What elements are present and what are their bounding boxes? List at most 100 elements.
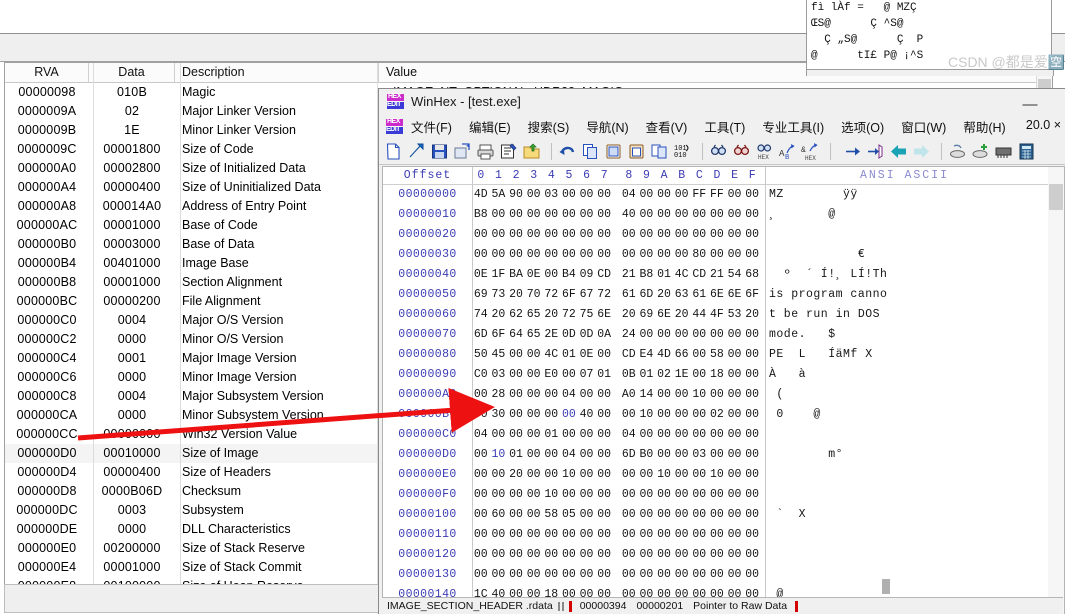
hex-byte[interactable]: 00 — [525, 525, 543, 545]
hex-byte[interactable]: 00 — [708, 225, 726, 245]
hex-byte[interactable]: 00 — [595, 445, 613, 465]
hex-byte[interactable]: 00 — [673, 525, 691, 545]
column-header-data[interactable]: Data — [89, 63, 175, 82]
minimize-button[interactable]: — — [1020, 91, 1040, 113]
hex-byte[interactable]: 4D — [655, 345, 673, 365]
hex-ascii[interactable] — [761, 485, 1064, 505]
hex-byte[interactable]: 53 — [726, 305, 744, 325]
hex-byte[interactable]: 00 — [525, 365, 543, 385]
hex-byte[interactable]: 00 — [543, 565, 561, 585]
hex-byte[interactable]: 00 — [655, 325, 673, 345]
hex-byte[interactable]: 00 — [743, 565, 761, 585]
hex-byte[interactable]: 63 — [673, 285, 691, 305]
hex-byte[interactable]: 00 — [525, 485, 543, 505]
hex-bytes[interactable]: 04 00 00 00 01 00 00 00 04 00 00 00 00 00 00 00 — [472, 425, 761, 445]
hex-byte[interactable]: 00 — [708, 485, 726, 505]
hex-byte[interactable]: 00 — [507, 405, 525, 425]
hex-byte[interactable]: 00 — [595, 525, 613, 545]
hex-byte[interactable]: 00 — [743, 405, 761, 425]
hex-byte[interactable]: 00 — [525, 405, 543, 425]
hex-byte[interactable]: 70 — [525, 285, 543, 305]
hex-row[interactable]: 00000050 69 73 20 70 72 6F 67 72 61 6D 20 63 61 6E 6E 6F… — [383, 285, 1064, 305]
hex-bytes[interactable]: B8 00 00 00 00 00 00 00 40 00 00 00 00 00 00 00 — [472, 205, 761, 225]
hex-row[interactable]: 00000100 00 60 00 00 58 05 00 00 00 00 00 00 00 00 00 00… — [383, 505, 1064, 525]
hex-byte[interactable]: 00 — [691, 505, 709, 525]
hex-row[interactable]: 00000060 74 20 62 65 20 72 75 6E 20 69 6E 20 44 4F 53 20… — [383, 305, 1064, 325]
hex-byte[interactable]: 01 — [638, 365, 656, 385]
hex-byte[interactable]: C0 — [472, 365, 490, 385]
hex-byte[interactable]: 00 — [708, 525, 726, 545]
hex-byte[interactable]: 14 — [638, 385, 656, 405]
hex-byte[interactable]: 00 — [691, 345, 709, 365]
hex-byte[interactable]: 61 — [691, 285, 709, 305]
hex-byte[interactable]: 00 — [743, 345, 761, 365]
hex-byte[interactable]: 00 — [726, 505, 744, 525]
hex-byte[interactable]: 00 — [691, 365, 709, 385]
hex-ascii[interactable]: PE L ÍäMf X — [761, 345, 1064, 365]
hex-byte[interactable]: 58 — [543, 505, 561, 525]
hex-byte[interactable]: 04 — [472, 425, 490, 445]
hex-byte[interactable]: 00 — [543, 525, 561, 545]
hex-row[interactable]: 00000020 00 00 00 00 00 00 00 00 00 00 00 00 00 00 00 00 — [383, 225, 1064, 245]
menu-options[interactable]: 选项(O) — [841, 117, 884, 136]
hex-byte[interactable]: 4D — [472, 185, 490, 205]
hex-byte[interactable]: 60 — [490, 505, 508, 525]
hex-byte[interactable]: 00 — [708, 505, 726, 525]
hex-byte[interactable]: B8 — [638, 265, 656, 285]
hex-byte[interactable]: 6D — [638, 285, 656, 305]
hex-ascii[interactable]: mode. $ — [761, 325, 1064, 345]
hex-byte[interactable]: 00 — [638, 325, 656, 345]
hex-byte[interactable]: 00 — [673, 325, 691, 345]
hex-byte[interactable]: 00 — [490, 205, 508, 225]
hex-byte[interactable]: 00 — [691, 205, 709, 225]
hex-byte[interactable]: 6F — [560, 285, 578, 305]
menu-navigation[interactable]: 导航(N) — [586, 117, 628, 136]
hex-byte[interactable]: 00 — [726, 485, 744, 505]
hex-byte[interactable]: CD — [691, 265, 709, 285]
hex-byte[interactable]: 00 — [560, 545, 578, 565]
hex-byte[interactable]: 00 — [507, 245, 525, 265]
hex-byte[interactable]: 00 — [507, 565, 525, 585]
hex-ascii[interactable] — [761, 465, 1064, 485]
hex-byte[interactable]: 00 — [638, 425, 656, 445]
hex-byte[interactable]: 0D — [578, 325, 596, 345]
hex-byte[interactable]: B4 — [560, 265, 578, 285]
hex-byte[interactable]: B0 — [638, 445, 656, 465]
hex-byte[interactable]: 00 — [638, 565, 656, 585]
hex-byte[interactable]: 00 — [691, 485, 709, 505]
hex-byte[interactable]: 00 — [708, 385, 726, 405]
hex-byte[interactable]: 5A — [490, 185, 508, 205]
hex-byte[interactable]: 00 — [560, 485, 578, 505]
hex-byte[interactable]: 00 — [655, 545, 673, 565]
hex-byte[interactable]: 00 — [595, 545, 613, 565]
hex-byte[interactable]: 00 — [560, 365, 578, 385]
hex-byte[interactable]: B8 — [472, 205, 490, 225]
hex-byte[interactable]: 4C — [543, 345, 561, 365]
hex-byte[interactable]: 00 — [507, 365, 525, 385]
hex-byte[interactable]: 00 — [472, 385, 490, 405]
hex-byte[interactable]: 00 — [655, 185, 673, 205]
hex-rows-container[interactable]: 00000000 4D 5A 90 00 03 00 00 00 04 00 00 00 FF FF 00 00… — [383, 185, 1064, 614]
hex-byte[interactable]: 00 — [472, 565, 490, 585]
hex-byte[interactable]: 00 — [595, 505, 613, 525]
hex-byte[interactable]: 00 — [578, 385, 596, 405]
hex-ascii[interactable]: m° — [761, 445, 1064, 465]
hex-byte[interactable]: 10 — [638, 405, 656, 425]
hex-byte[interactable]: 40 — [578, 405, 596, 425]
properties-icon[interactable] — [499, 142, 518, 161]
hex-byte[interactable]: 00 — [726, 425, 744, 445]
hex-byte[interactable]: 00 — [655, 505, 673, 525]
hex-byte[interactable]: 00 — [595, 205, 613, 225]
hex-byte[interactable]: 00 — [578, 505, 596, 525]
hex-byte[interactable]: 01 — [543, 425, 561, 445]
hex-byte[interactable]: 10 — [691, 385, 709, 405]
hex-bytes[interactable]: 00 00 00 00 00 00 00 00 00 00 00 00 00 00 00 00 — [472, 525, 761, 545]
hex-byte[interactable]: 00 — [543, 265, 561, 285]
hex-byte[interactable]: 00 — [490, 225, 508, 245]
hex-byte[interactable]: 00 — [726, 465, 744, 485]
hex-byte[interactable]: 01 — [595, 365, 613, 385]
hex-byte[interactable]: 00 — [472, 445, 490, 465]
hex-ascii[interactable] — [761, 565, 1064, 585]
column-header-rva[interactable]: RVA — [5, 63, 89, 82]
hex-byte[interactable]: 6E — [726, 285, 744, 305]
